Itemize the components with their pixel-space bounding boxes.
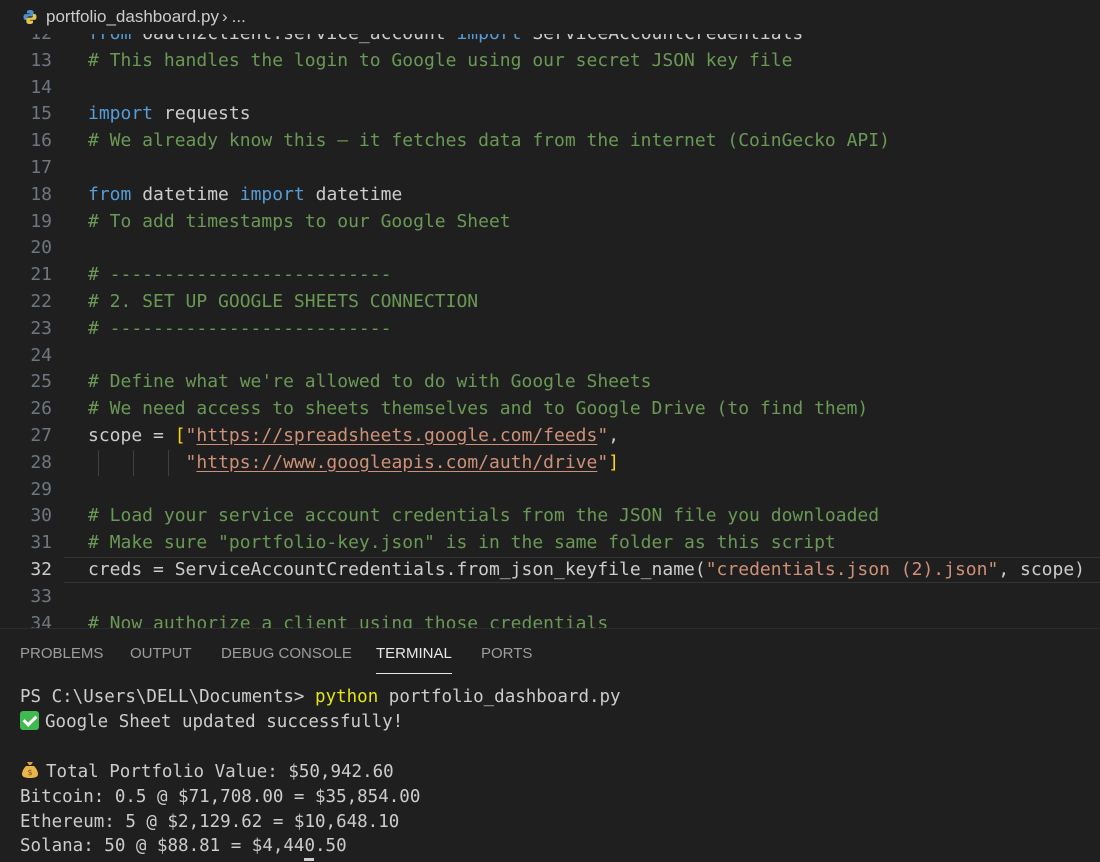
code-text: # To add timestamps to our Google Sheet — [88, 210, 511, 232]
breadcrumb-rest[interactable]: ... — [232, 7, 246, 27]
code-line[interactable]: 20 — [0, 235, 1100, 261]
code-text: # We need access to sheets themselves an… — [88, 398, 869, 420]
line-number: 16 — [30, 130, 52, 152]
code-line[interactable]: 19 # To add timestamps to our Google Shee… — [0, 209, 1100, 235]
tab-problems[interactable]: PROBLEMS — [20, 645, 103, 669]
line-number: 20 — [30, 237, 52, 259]
code-line[interactable]: 34 # Now authorize a client using those c… — [0, 611, 1100, 628]
terminal-args: portfolio_dashboard.py — [388, 687, 621, 707]
code-line[interactable]: 18 from datetime import datetime — [0, 182, 1100, 208]
terminal-success: Google Sheet updated successfully! — [45, 712, 404, 732]
line-number: 18 — [30, 183, 52, 205]
code-line[interactable]: 25 # Define what we're allowed to do with… — [0, 369, 1100, 395]
tab-debug-console[interactable]: DEBUG CONSOLE — [221, 645, 352, 669]
tab-terminal[interactable]: TERMINAL — [376, 645, 452, 674]
line-number: 25 — [30, 371, 52, 393]
line-number: 13 — [30, 49, 52, 71]
terminal-prompt: PS C:\Users\DELL\Documents> — [20, 687, 305, 707]
line-number: 21 — [30, 264, 52, 286]
terminal-holding-line: Bitcoin: 0.5 @ $71,708.00 = $35,854.00 — [20, 787, 421, 807]
breadcrumb: portfolio_dashboard.py › ... — [0, 0, 1100, 34]
code-text: # -------------------------- — [88, 317, 392, 339]
code-text: # 2. SET UP GOOGLE SHEETS CONNECTION — [88, 291, 479, 312]
code-text: scope = ["https://spreadsheets.google.co… — [88, 425, 620, 446]
code-text: # Now authorize a client using those cre… — [88, 612, 609, 628]
tab-output[interactable]: OUTPUT — [130, 645, 192, 669]
code-line[interactable]: 28 "https://www.googleapis.com/auth/driv… — [0, 449, 1100, 476]
code-line[interactable]: 14 — [0, 75, 1100, 101]
code-text: # -------------------------- — [88, 264, 392, 286]
line-number: 29 — [30, 478, 52, 500]
code-line[interactable]: 33 — [0, 584, 1100, 610]
line-number: 24 — [30, 344, 52, 366]
code-line[interactable]: 32 creds = ServiceAccountCredentials.from… — [0, 557, 1100, 583]
line-number: 31 — [30, 532, 52, 554]
python-file-icon — [23, 10, 37, 24]
indent-guide — [133, 449, 134, 476]
line-number: 28 — [30, 451, 52, 473]
code-text: creds = ServiceAccountCredentials.from_j… — [88, 559, 1086, 580]
code-text: # Make sure "portfolio-key.json" is in t… — [88, 532, 836, 554]
tab-ports[interactable]: PORTS — [481, 645, 532, 669]
line-number: 27 — [30, 425, 52, 446]
code-line[interactable]: 13 # This handles the login to Google usi… — [0, 48, 1100, 74]
code-line[interactable]: 16 # We already know this – it fetches da… — [0, 128, 1100, 154]
line-number: 15 — [30, 103, 52, 125]
line-number: 14 — [30, 76, 52, 98]
code-line[interactable]: 30 # Load your service account credential… — [0, 503, 1100, 529]
line-number: 34 — [30, 612, 52, 628]
code-line[interactable]: 29 — [0, 477, 1100, 503]
terminal-command: python — [315, 687, 379, 707]
code-line[interactable]: 24 — [0, 343, 1100, 369]
terminal-command-line: PS C:\Users\DELL\Documents> python portf… — [20, 685, 621, 710]
code-text: # Define what we're allowed to do with G… — [88, 371, 652, 393]
line-number: 26 — [30, 398, 52, 420]
line-number: 33 — [30, 585, 52, 607]
code-text: # We already know this – it fetches data… — [88, 130, 890, 152]
code-text: # This handles the login to Google using… — [88, 49, 793, 71]
code-line[interactable]: 22 # 2. SET UP GOOGLE SHEETS CONNECTION — [0, 289, 1100, 315]
terminal-holding-line: Ethereum: 5 @ $2,129.62 = $10,648.10 — [20, 812, 400, 832]
line-number: 30 — [30, 505, 52, 527]
breadcrumb-file[interactable]: portfolio_dashboard.py — [46, 7, 219, 27]
code-text: import requests — [88, 103, 251, 125]
code-line[interactable]: 17 — [0, 155, 1100, 181]
line-number: 17 — [30, 157, 52, 178]
panel-tabs: PROBLEMS OUTPUT DEBUG CONSOLE TERMINAL P… — [0, 629, 1100, 679]
code-line[interactable]: 27 scope = ["https://spreadsheets.google.… — [0, 423, 1100, 449]
code-text: # Load your service account credentials … — [88, 505, 880, 527]
terminal-total-line: $ Total Portfolio Value: $50,942.60 — [20, 760, 394, 785]
terminal-success-line: Google Sheet updated successfully! — [20, 710, 403, 735]
code-line[interactable]: 23 # -------------------------- — [0, 316, 1100, 342]
line-number: 23 — [30, 317, 52, 339]
indent-guide — [98, 449, 99, 476]
code-line[interactable]: 21 # -------------------------- — [0, 262, 1100, 288]
line-number: 32 — [30, 559, 52, 580]
code-line[interactable]: 31 # Make sure "portfolio-key.json" is in… — [0, 530, 1100, 556]
chevron-right-icon: › — [221, 7, 228, 26]
svg-text:$: $ — [27, 768, 32, 777]
code-text: from datetime import datetime — [88, 183, 403, 205]
code-editor[interactable]: 12from oauth2client.service_account impo… — [0, 0, 1100, 628]
terminal-total: Total Portfolio Value: $50,942.60 — [46, 762, 394, 782]
money-bag-icon: $ — [22, 762, 38, 778]
line-number: 22 — [30, 291, 52, 312]
code-line[interactable]: 26 # We need access to sheets themselves … — [0, 396, 1100, 422]
terminal-holding-line: Solana: 50 @ $88.81 = $4,440.50 — [20, 836, 347, 856]
line-number: 19 — [30, 210, 52, 232]
check-mark-icon — [20, 711, 39, 730]
code-line[interactable]: 15 import requests — [0, 101, 1100, 127]
indent-guide — [168, 449, 169, 476]
